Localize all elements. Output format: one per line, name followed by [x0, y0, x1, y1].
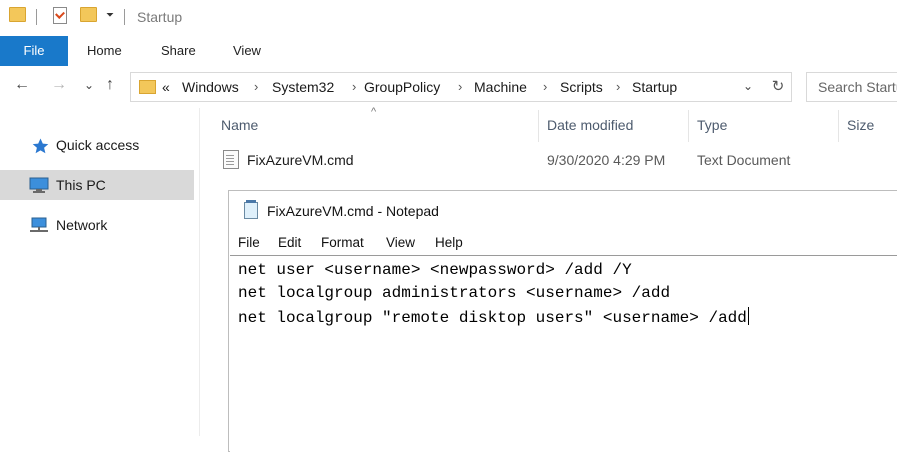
notepad-menu-bar: File Edit Format View Help	[229, 231, 897, 255]
sidebar-item-quick-access[interactable]: Quick access	[0, 130, 194, 160]
menu-file[interactable]: File	[238, 235, 260, 250]
breadcrumb-separator[interactable]: ›	[543, 79, 547, 94]
file-type: Text Document	[697, 152, 791, 168]
file-date-modified: 9/30/2020 4:29 PM	[547, 152, 666, 168]
title-divider	[124, 9, 125, 25]
breadcrumb-machine[interactable]: Machine	[474, 79, 527, 95]
pane-divider	[199, 108, 200, 436]
breadcrumb-grouppolicy[interactable]: GroupPolicy	[364, 79, 440, 95]
breadcrumb-separator[interactable]: ›	[352, 79, 356, 94]
notepad-title-bar[interactable]: FixAzureVM.cmd - Notepad	[229, 191, 897, 231]
search-placeholder: Search Startu	[818, 79, 897, 95]
search-input[interactable]: Search Startu	[806, 72, 897, 102]
chevron-down-icon[interactable]: ⌄	[743, 79, 753, 93]
text-line: net user <username> <newpassword> /add /…	[238, 261, 632, 279]
sidebar-item-label: Network	[56, 217, 108, 233]
sort-indicator-icon: ^	[371, 106, 377, 118]
properties-icon[interactable]	[53, 7, 67, 24]
star-icon	[32, 138, 49, 154]
tab-home[interactable]: Home	[87, 36, 122, 66]
column-header-name[interactable]: Name	[221, 117, 258, 133]
tab-view[interactable]: View	[233, 36, 261, 66]
tab-file[interactable]: File	[0, 36, 68, 66]
qat-divider	[36, 9, 37, 25]
text-line-content: net localgroup "remote disktop users" <u…	[238, 309, 747, 327]
notepad-text-area[interactable]: net user <username> <newpassword> /add /…	[230, 255, 897, 452]
breadcrumb-separator[interactable]: ›	[458, 79, 462, 94]
menu-view[interactable]: View	[386, 235, 415, 250]
text-line-last: net localgroup "remote disktop users" <u…	[238, 307, 749, 327]
column-divider[interactable]	[838, 110, 839, 142]
breadcrumb-scripts[interactable]: Scripts	[560, 79, 603, 95]
breadcrumb-windows[interactable]: Windows	[182, 79, 239, 95]
column-divider[interactable]	[538, 110, 539, 142]
up-button[interactable]: ↑	[106, 76, 114, 94]
menu-edit[interactable]: Edit	[278, 235, 301, 250]
column-divider[interactable]	[688, 110, 689, 142]
sidebar-item-this-pc[interactable]: This PC	[0, 170, 194, 200]
navigation-bar: ← → ⌄ ↑ « Windows › System32 › GroupPoli…	[0, 66, 897, 108]
breadcrumb-separator[interactable]: ›	[254, 79, 258, 94]
monitor-icon	[29, 177, 49, 193]
text-cursor	[747, 307, 749, 325]
recent-locations-button[interactable]: ⌄	[84, 78, 94, 92]
sidebar-item-label: This PC	[56, 177, 106, 193]
text-file-icon	[223, 150, 239, 169]
column-header-date-modified[interactable]: Date modified	[547, 117, 633, 133]
folder-icon	[139, 80, 156, 94]
breadcrumb-overflow[interactable]: «	[162, 79, 170, 95]
title-bar: ⏷ Startup	[0, 0, 897, 36]
column-header-type[interactable]: Type	[697, 117, 727, 133]
column-header-size[interactable]: Size	[847, 117, 874, 133]
navigation-pane: Quick access This PC Network	[0, 108, 200, 436]
window-title: Startup	[137, 9, 183, 25]
customize-qat-icon[interactable]: ⏷	[106, 10, 114, 21]
breadcrumb-separator[interactable]: ›	[616, 79, 620, 94]
network-icon	[30, 217, 48, 232]
menu-format[interactable]: Format	[321, 235, 364, 250]
tab-share[interactable]: Share	[161, 36, 196, 66]
notepad-window[interactable]: FixAzureVM.cmd - Notepad File Edit Forma…	[228, 190, 897, 452]
sidebar-item-network[interactable]: Network	[0, 210, 194, 240]
text-line: net localgroup administrators <username>…	[238, 284, 671, 302]
breadcrumb-system32[interactable]: System32	[272, 79, 334, 95]
ribbon-tabs: File Home Share View	[0, 36, 897, 66]
back-button[interactable]: ←	[14, 76, 30, 94]
menu-help[interactable]: Help	[435, 235, 463, 250]
breadcrumb-startup[interactable]: Startup	[632, 79, 677, 95]
refresh-button[interactable]: ↻	[765, 72, 792, 102]
notepad-title: FixAzureVM.cmd - Notepad	[267, 203, 439, 219]
file-name[interactable]: FixAzureVM.cmd	[247, 152, 354, 168]
forward-button[interactable]: →	[51, 76, 67, 94]
folder-icon[interactable]	[9, 7, 26, 22]
notepad-icon	[244, 200, 258, 219]
address-bar[interactable]: « Windows › System32 › GroupPolicy › Mac…	[130, 72, 766, 102]
sidebar-item-label: Quick access	[56, 137, 140, 153]
new-folder-icon[interactable]	[80, 7, 97, 22]
